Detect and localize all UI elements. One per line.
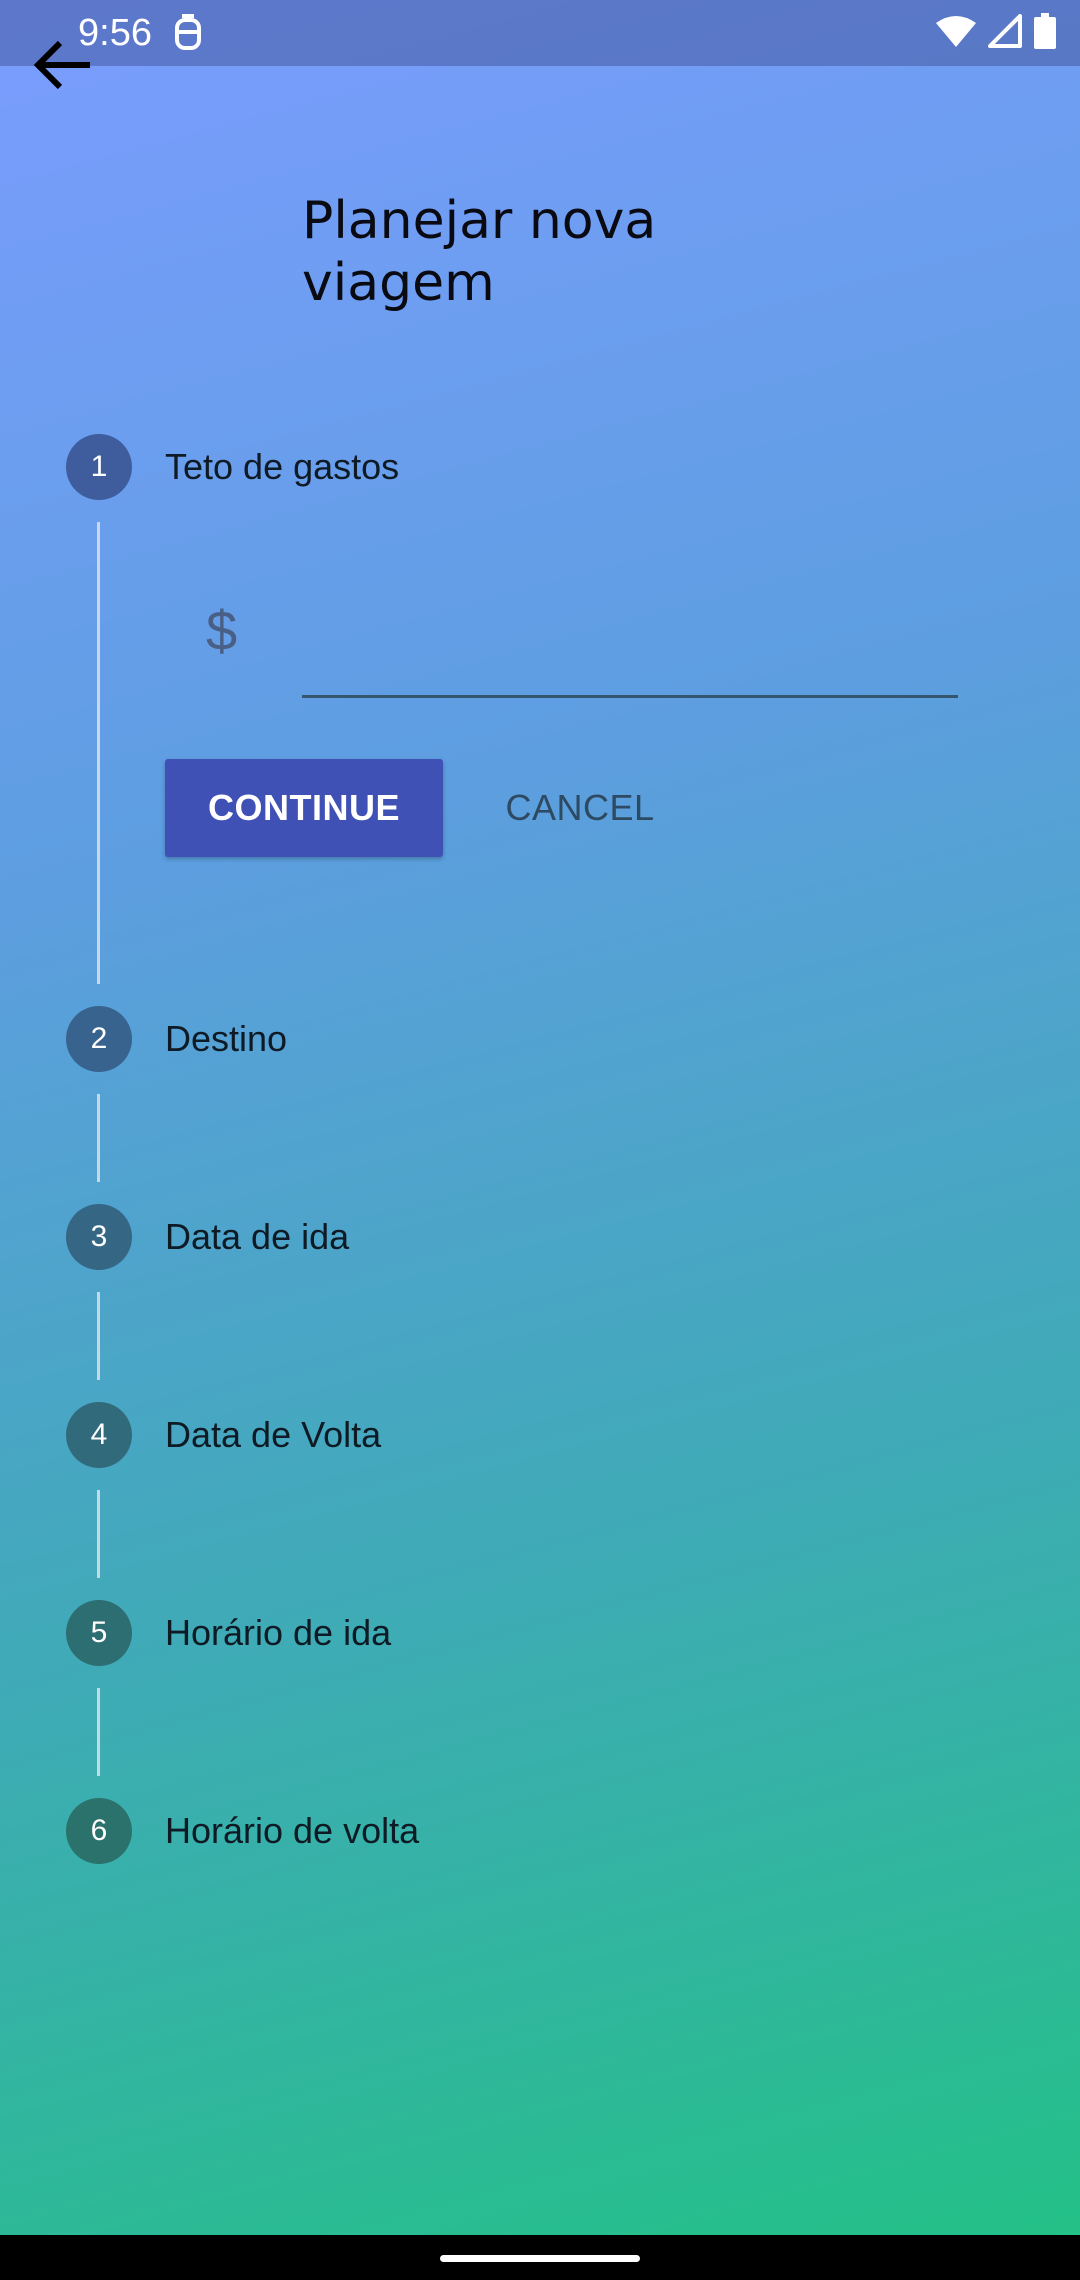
- page-title: Planejar nova viagem: [302, 190, 722, 314]
- notification-icon: [172, 14, 204, 52]
- step-5-number: 5: [66, 1600, 132, 1666]
- step-4-number: 4: [66, 1402, 132, 1468]
- step-1-label: Teto de gastos: [165, 446, 400, 487]
- step-4[interactable]: 4 Data de Volta: [0, 1402, 1080, 1468]
- step-1-number: 1: [66, 434, 132, 500]
- step-1[interactable]: 1 Teto de gastos: [0, 434, 1080, 500]
- step-4-label: Data de Volta: [165, 1414, 382, 1455]
- wifi-icon: [936, 15, 976, 52]
- step-connector: [97, 1292, 100, 1380]
- page-title-line-2: viagem: [302, 253, 495, 313]
- spending-cap-input[interactable]: [302, 604, 958, 698]
- step-2-number: 2: [66, 1006, 132, 1072]
- step-5-label: Horário de ida: [165, 1612, 392, 1653]
- step-2[interactable]: 2 Destino: [0, 1006, 1080, 1072]
- status-bar: 9:56: [0, 0, 1080, 66]
- step-connector: [97, 1094, 100, 1182]
- cancel-button[interactable]: CANCEL: [480, 759, 680, 857]
- home-indicator[interactable]: [440, 2255, 640, 2262]
- back-arrow-icon[interactable]: [28, 34, 100, 96]
- step-5[interactable]: 5 Horário de ida: [0, 1600, 1080, 1666]
- step-6[interactable]: 6 Horário de volta: [0, 1798, 1080, 1864]
- cell-signal-icon: [988, 13, 1022, 53]
- step-6-label: Horário de volta: [165, 1810, 420, 1851]
- battery-icon: [1034, 12, 1056, 54]
- step-6-number: 6: [66, 1798, 132, 1864]
- step-connector: [97, 1490, 100, 1578]
- step-2-label: Destino: [165, 1018, 288, 1059]
- continue-button[interactable]: CONTINUE: [165, 759, 443, 857]
- screen: 9:56 Planejar nova viagem 1 Teto de gast…: [0, 0, 1080, 2280]
- page-title-line-1: Planejar nova: [302, 191, 657, 251]
- step-3-label: Data de ida: [165, 1216, 350, 1257]
- currency-symbol: $: [206, 599, 238, 662]
- step-connector: [97, 1688, 100, 1776]
- step-3-number: 3: [66, 1204, 132, 1270]
- status-icons: [936, 12, 1056, 54]
- step-3[interactable]: 3 Data de ida: [0, 1204, 1080, 1270]
- step-connector: [97, 522, 100, 984]
